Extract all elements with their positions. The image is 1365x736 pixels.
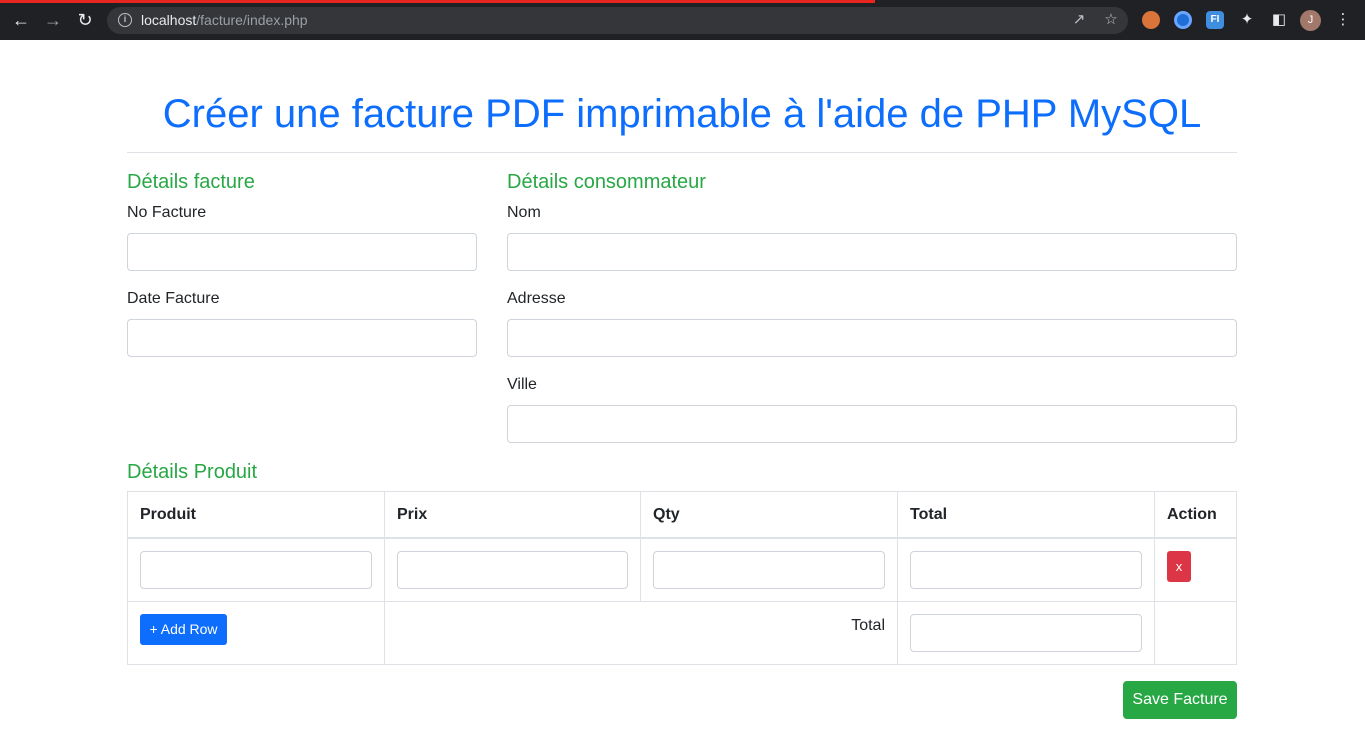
product-qty-input[interactable] — [653, 551, 885, 589]
product-price-input[interactable] — [397, 551, 628, 589]
add-row-button[interactable]: + Add Row — [140, 614, 227, 645]
column-header-qty: Qty — [653, 506, 680, 523]
puzzle-icon[interactable]: ✦ — [1238, 11, 1256, 29]
page-title: Créer une facture PDF imprimable à l'aid… — [162, 92, 1202, 136]
customer-address-label: Adresse — [507, 290, 566, 307]
browser-toolbar: ← → ↻ i localhost/facture/index.php ↗ ☆ … — [0, 0, 1365, 40]
invoice-details-heading: Détails facture — [127, 171, 255, 193]
grand-total-input[interactable] — [910, 614, 1142, 652]
invoice-date-label: Date Facture — [127, 290, 220, 307]
customer-details-heading: Détails consommateur — [507, 171, 706, 193]
column-header-produit: Produit — [140, 506, 196, 523]
row-divider — [128, 601, 1236, 602]
customer-city-input[interactable] — [507, 405, 1237, 443]
delete-row-button[interactable]: x — [1167, 551, 1191, 582]
reload-icon[interactable]: ↻ — [75, 10, 95, 30]
column-header-total: Total — [910, 506, 948, 523]
extension-cookie-icon[interactable] — [1142, 11, 1160, 29]
sidepanel-icon[interactable]: ◧ — [1270, 11, 1288, 29]
column-divider — [384, 602, 385, 664]
invoice-date-input[interactable] — [127, 319, 477, 357]
column-header-action: Action — [1167, 506, 1217, 523]
invoice-number-label: No Facture — [127, 204, 207, 221]
extension-sync-icon[interactable] — [1174, 11, 1192, 29]
back-arrow-icon[interactable]: ← — [11, 10, 31, 30]
customer-city-label: Ville — [507, 376, 537, 393]
column-header-prix: Prix — [397, 506, 428, 523]
product-name-input[interactable] — [140, 551, 372, 589]
info-icon[interactable]: i — [118, 13, 132, 27]
customer-address-input[interactable] — [507, 319, 1237, 357]
star-icon[interactable]: ☆ — [1102, 11, 1120, 29]
avatar[interactable]: J — [1300, 10, 1321, 31]
forward-arrow-icon[interactable]: → — [43, 10, 63, 30]
invoice-number-input[interactable] — [127, 233, 477, 271]
kebab-menu-icon[interactable]: ⋮ — [1334, 11, 1352, 29]
table-header-row: Produit Prix Qty Total Action — [128, 492, 1236, 539]
extension-fi-icon[interactable]: FI — [1206, 11, 1224, 29]
customer-name-label: Nom — [507, 204, 541, 221]
save-invoice-button[interactable]: Save Facture — [1123, 681, 1237, 719]
url-text[interactable]: localhost/facture/index.php — [141, 12, 308, 29]
title-divider — [127, 152, 1237, 153]
share-icon[interactable]: ↗ — [1070, 11, 1088, 29]
column-divider — [1154, 492, 1155, 664]
column-divider — [897, 492, 898, 664]
product-total-input[interactable] — [910, 551, 1142, 589]
column-divider — [640, 492, 641, 602]
product-details-heading: Détails Produit — [127, 461, 258, 483]
grand-total-label: Total — [851, 617, 885, 634]
column-divider — [384, 492, 385, 602]
page-loading-bar — [0, 0, 875, 3]
customer-name-input[interactable] — [507, 233, 1237, 271]
